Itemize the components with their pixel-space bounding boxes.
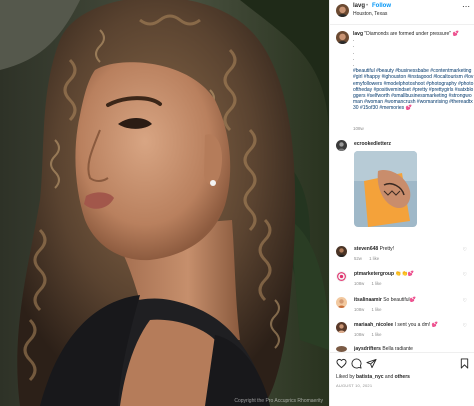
comment-sticker-image[interactable] [354, 151, 417, 227]
comment-username[interactable]: ptmarketergroup [354, 271, 394, 277]
comment: itsalinaamir So beautiful💕 [354, 297, 462, 303]
post-panel: lavg • Follow Houston, Texas ⋯ lavg "Dia… [329, 0, 474, 406]
comment-text: 👏👏💕 [395, 271, 415, 277]
comment-meta: 108w 1 like [354, 281, 388, 286]
comment-time[interactable]: 108w [354, 281, 364, 286]
post-photo[interactable]: Copyright the Pro Accuprics Rhomaerity [0, 0, 329, 406]
comment: steven648 Pretty! [354, 246, 462, 252]
commenter-avatar[interactable] [336, 140, 347, 151]
author-avatar[interactable] [336, 4, 349, 17]
caption-author-avatar[interactable] [336, 31, 349, 44]
comment: ptmarketergroup 👏👏💕 [354, 271, 462, 277]
comment-username[interactable]: ecrookedletterz [354, 141, 391, 147]
caption-hashtags[interactable]: #beautiful #beauty #businessbabe #conten… [353, 68, 473, 111]
comment-like-icon[interactable]: ♡ [463, 247, 467, 253]
heart-icon[interactable] [336, 358, 347, 369]
likes-middle: and [384, 374, 394, 380]
comment-likes[interactable]: 1 like [371, 332, 381, 337]
comment-likes[interactable]: 1 like [371, 307, 381, 312]
likes-summary: Liked by batista_nyc and others [336, 374, 410, 380]
header-separator: • [366, 3, 369, 9]
comment-like-icon[interactable]: ♡ [463, 323, 467, 329]
portrait-image [0, 0, 329, 406]
comment-time[interactable]: 108w [354, 307, 364, 312]
bookmark-icon[interactable] [459, 358, 470, 369]
comment-likes[interactable]: 1 like [371, 281, 381, 286]
commenter-avatar[interactable] [336, 322, 347, 333]
photo-credit: Copyright the Pro Accuprics Rhomaerity [234, 398, 323, 404]
liked-by-user[interactable]: batista_nyc [356, 374, 384, 380]
comment-like-icon[interactable]: ♡ [463, 298, 467, 304]
paper-plane-icon[interactable] [366, 358, 377, 369]
author-username[interactable]: lavg [353, 3, 365, 9]
caption-text: "Diamonds are formed under pressure" 💕 [364, 31, 459, 37]
commenter-avatar[interactable] [336, 271, 347, 282]
comment-meta: 52w 1 like [354, 256, 385, 261]
commenter-avatar[interactable] [336, 297, 347, 308]
comment-icon[interactable] [351, 358, 362, 369]
comment-username[interactable]: mariaah_nicolee [354, 322, 393, 328]
actions-divider [330, 352, 474, 353]
comment-time[interactable]: 52w [354, 256, 362, 261]
liked-by-others[interactable]: others [395, 374, 410, 380]
comment-text: Pretty! [379, 246, 395, 252]
caption-username[interactable]: lavg [353, 31, 363, 37]
comment-meta: 108w 1 like [354, 307, 388, 312]
post-caption: lavg "Diamonds are formed under pressure… [353, 31, 474, 112]
commenter-avatar[interactable] [336, 246, 347, 257]
comment-likes[interactable]: 1 like [369, 256, 379, 261]
post-date[interactable]: AUGUST 10, 2021 [336, 383, 372, 388]
caption-timestamp[interactable]: 108w [353, 126, 364, 131]
comment-meta: 108w 1 like [354, 332, 388, 337]
comment-username[interactable]: itsalinaamir [354, 297, 382, 303]
comment: ecrookedletterz [354, 141, 462, 147]
post-location[interactable]: Houston, Texas [353, 11, 387, 17]
comment-text: I sent you a dm! 💕 [394, 322, 438, 328]
comment-text: So beautiful💕 [383, 297, 416, 303]
comment: mariaah_nicolee I sent you a dm! 💕 [354, 322, 462, 328]
likes-prefix: Liked by [336, 374, 355, 380]
more-options-icon[interactable]: ⋯ [462, 2, 470, 11]
follow-button[interactable]: Follow [372, 3, 391, 9]
comment-username[interactable]: steven648 [354, 246, 378, 252]
header-divider [330, 24, 474, 25]
comment-like-icon[interactable]: ♡ [463, 272, 467, 278]
comment-time[interactable]: 108w [354, 332, 364, 337]
